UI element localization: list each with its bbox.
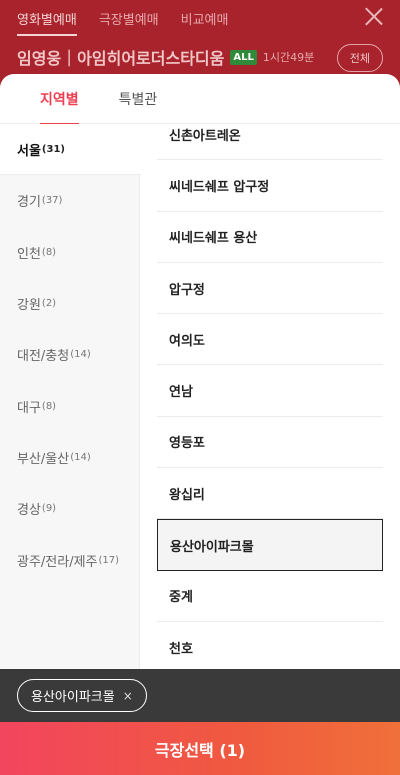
tab-theater-booking[interactable]: 극장별예매 — [99, 9, 159, 36]
region-name: 인천 — [17, 246, 41, 262]
region-count: (31) — [41, 143, 65, 155]
selected-theater-chip[interactable]: 용산아이파크몰 × — [17, 679, 147, 712]
region-name: 광주/전라/제주 — [17, 554, 98, 570]
remove-icon[interactable]: × — [123, 689, 133, 703]
region-name: 경기 — [17, 195, 41, 211]
movie-title: 임영웅｜아임히어로더스타디움 — [17, 49, 225, 68]
booking-mode-tabs: 영화별예매 극장별예매 비교예매 — [17, 9, 228, 36]
region-count: (17) — [98, 554, 120, 566]
tab-movie-booking[interactable]: 영화별예매 — [17, 9, 77, 36]
region-count: (14) — [70, 349, 91, 361]
theater-item[interactable]: 중계 — [157, 571, 383, 622]
region-name: 서울 — [17, 143, 41, 159]
theater-list: 신촌아트레온 씨네드쉐프 압구정 씨네드쉐프 용산 압구정 여의도 연남 영등포 왕십리 용산아… — [157, 124, 383, 669]
tab-compare-booking[interactable]: 비교예매 — [181, 9, 229, 36]
region-count: (37) — [41, 195, 63, 207]
theater-item[interactable]: 연남 — [157, 365, 383, 417]
theater-select-sheet: 지역별 특별관 서울 (31) 경기 (37) 인천 (8) 강원 (2) 대전/충청 (14) 대… — [0, 74, 400, 669]
region-item[interactable]: 인천 (8) — [0, 227, 139, 278]
region-name: 부산/울산 — [17, 451, 70, 467]
region-count: (8) — [41, 246, 57, 258]
region-count: (9) — [41, 503, 57, 515]
close-icon[interactable] — [364, 6, 384, 26]
rating-badge: ALL — [230, 49, 257, 65]
theater-list-viewport[interactable]: 신촌아트레온 씨네드쉐프 압구정 씨네드쉐프 용산 압구정 여의도 연남 영등포 왕십리 용산아… — [140, 124, 400, 669]
theater-item[interactable]: 신촌아트레온 — [157, 124, 383, 161]
region-item[interactable]: 강원 (2) — [0, 278, 139, 329]
region-item[interactable]: 경기 (37) — [0, 175, 139, 226]
chip-label: 용산아이파크몰 — [31, 690, 115, 705]
theater-item[interactable]: 압구정 — [157, 263, 383, 315]
runtime-text: 1시간49분 — [262, 51, 315, 64]
region-name: 대구 — [17, 400, 41, 416]
theater-item[interactable]: 씨네드쉐프 압구정 — [157, 160, 383, 212]
region-name: 강원 — [17, 298, 41, 314]
theater-item[interactable]: 씨네드쉐프 용산 — [157, 212, 383, 263]
sheet-tabs: 지역별 특별관 — [0, 74, 400, 125]
sheet-body: 서울 (31) 경기 (37) 인천 (8) 강원 (2) 대전/충청 (14) 대구 (8) 부산/울… — [0, 124, 400, 669]
theater-item[interactable]: 천호 — [157, 622, 383, 669]
tab-by-region[interactable]: 지역별 — [40, 74, 79, 125]
region-name: 경상 — [17, 503, 41, 519]
theater-item[interactable]: 여의도 — [157, 314, 383, 366]
region-count: (8) — [41, 400, 57, 412]
selected-theaters-bar: 용산아이파크몰 × — [0, 669, 400, 722]
theater-item[interactable]: 영등포 — [157, 417, 383, 469]
confirm-theater-button[interactable]: 극장선택 (1) — [0, 722, 400, 775]
tab-special-hall[interactable]: 특별관 — [119, 74, 158, 124]
region-item[interactable]: 대전/충청 (14) — [0, 329, 139, 380]
region-item[interactable]: 대구 (8) — [0, 380, 139, 431]
region-list: 서울 (31) 경기 (37) 인천 (8) 강원 (2) 대전/충청 (14) 대구 (8) 부산/울… — [0, 124, 141, 669]
region-name: 대전/충청 — [17, 349, 70, 365]
all-button[interactable]: 전체 — [336, 44, 383, 72]
region-count: (2) — [41, 298, 57, 310]
movie-info-row: 임영웅｜아임히어로더스타디움 ALL 1시간49분 — [17, 45, 314, 69]
region-count: (14) — [70, 451, 91, 463]
theater-item[interactable]: 용산아이파크몰 — [157, 519, 383, 571]
theater-item[interactable]: 왕십리 — [157, 468, 383, 520]
region-item[interactable]: 광주/전라/제주 (17) — [0, 534, 139, 585]
region-item[interactable]: 부산/울산 (14) — [0, 432, 139, 483]
region-item[interactable]: 서울 (31) — [0, 124, 141, 176]
region-item[interactable]: 경상 (9) — [0, 483, 139, 534]
